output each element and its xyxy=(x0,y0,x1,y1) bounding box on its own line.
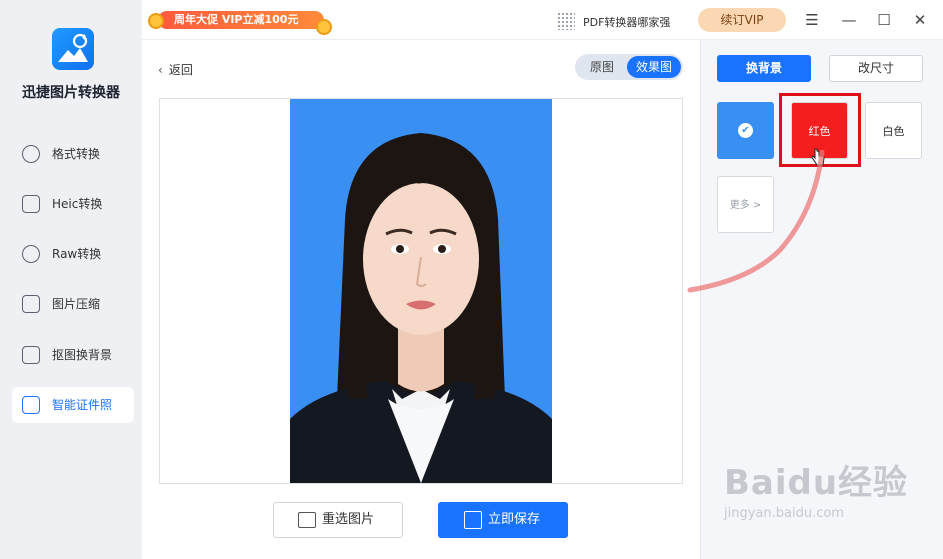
promo-banner[interactable]: 周年大促 VIP立减100元 xyxy=(148,7,332,35)
sidebar-item-smart-id-photo[interactable]: 智能证件照 xyxy=(12,387,134,423)
id-card-icon xyxy=(22,396,40,414)
watermark-brand: Baidu经验 xyxy=(724,463,909,503)
hamburger-menu-icon[interactable]: ☰ xyxy=(802,10,822,30)
toggle-original[interactable]: 原图 xyxy=(579,56,625,78)
main-workspace: ‹ 返回 原图 效果图 重选图片 立即保存 xyxy=(142,40,700,559)
sidebar-item-label: 格式转换 xyxy=(52,147,101,161)
sidebar-item-label: Raw转换 xyxy=(52,247,102,261)
reselect-image-button[interactable]: 重选图片 xyxy=(273,502,403,538)
image-preview-area xyxy=(159,98,683,484)
swatch-more[interactable]: 更多 > xyxy=(717,176,774,233)
raw-icon xyxy=(22,245,40,263)
hand-cursor-icon xyxy=(811,148,825,166)
app-name: 迅捷图片转换器 xyxy=(22,85,120,101)
save-label: 立即保存 xyxy=(488,512,541,527)
close-icon[interactable]: ✕ xyxy=(910,10,930,30)
pdf-ad-text: PDF转换器哪家强 xyxy=(583,16,671,29)
baidu-watermark: Baidu经验 jingyan.baidu.com xyxy=(724,455,908,521)
watermark-url: jingyan.baidu.com xyxy=(724,506,844,521)
app-grid-icon xyxy=(557,12,575,30)
sidebar-item-label: 图片压缩 xyxy=(52,297,101,311)
toggle-result[interactable]: 效果图 xyxy=(627,56,681,78)
sidebar-item-cutout-background[interactable]: 抠图换背景 xyxy=(12,337,134,373)
sidebar-item-label: 智能证件照 xyxy=(52,398,113,412)
minimize-icon[interactable]: — xyxy=(839,10,859,30)
swatch-blue[interactable]: ✔ xyxy=(717,102,774,159)
sidebar-item-label: Heic转换 xyxy=(52,197,103,211)
tab-change-size[interactable]: 改尺寸 xyxy=(829,55,923,82)
renew-vip-button[interactable]: 续订VIP xyxy=(698,8,786,32)
reselect-label: 重选图片 xyxy=(322,512,375,527)
coin-icon xyxy=(148,13,164,29)
sidebar-item-label: 抠图换背景 xyxy=(52,348,113,362)
image-icon xyxy=(22,295,40,313)
swap-icon xyxy=(22,145,40,163)
sidebar-item-raw-convert[interactable]: Raw转换 xyxy=(12,236,134,272)
maximize-icon[interactable]: ☐ xyxy=(874,10,894,30)
sidebar-item-heic-convert[interactable]: Heic转换 xyxy=(12,186,134,222)
view-toggle: 原图 效果图 xyxy=(575,54,683,80)
coin-icon xyxy=(316,19,332,35)
save-now-button[interactable]: 立即保存 xyxy=(438,502,568,538)
sidebar-item-format-convert[interactable]: 格式转换 xyxy=(12,136,134,172)
download-icon xyxy=(464,511,482,529)
back-label: 返回 xyxy=(168,63,193,77)
id-photo-image xyxy=(290,99,552,483)
portrait-illustration xyxy=(290,133,552,483)
cutout-icon xyxy=(22,346,40,364)
app-window: 迅捷图片转换器 格式转换 Heic转换 Raw转换 图片压缩 抠图换背景 智能证… xyxy=(0,0,943,559)
heic-file-icon xyxy=(22,195,40,213)
title-bar: 周年大促 VIP立减100元 PDF转换器哪家强 续订VIP ☰ — ☐ ✕ xyxy=(142,0,943,40)
pdf-ad-link[interactable]: PDF转换器哪家强 xyxy=(557,12,670,30)
check-icon: ✔ xyxy=(738,123,753,138)
promo-text: 周年大促 VIP立减100元 xyxy=(158,11,324,29)
swatch-white[interactable]: 白色 xyxy=(865,102,922,159)
app-logo-icon xyxy=(52,28,94,70)
chevron-left-icon: ‹ xyxy=(158,63,163,77)
image-icon xyxy=(298,512,316,528)
sidebar-item-image-compress[interactable]: 图片压缩 xyxy=(12,286,134,322)
back-button[interactable]: ‹ 返回 xyxy=(158,61,193,78)
sidebar: 迅捷图片转换器 格式转换 Heic转换 Raw转换 图片压缩 抠图换背景 智能证… xyxy=(0,0,142,559)
tab-change-background[interactable]: 换背景 xyxy=(717,55,811,82)
